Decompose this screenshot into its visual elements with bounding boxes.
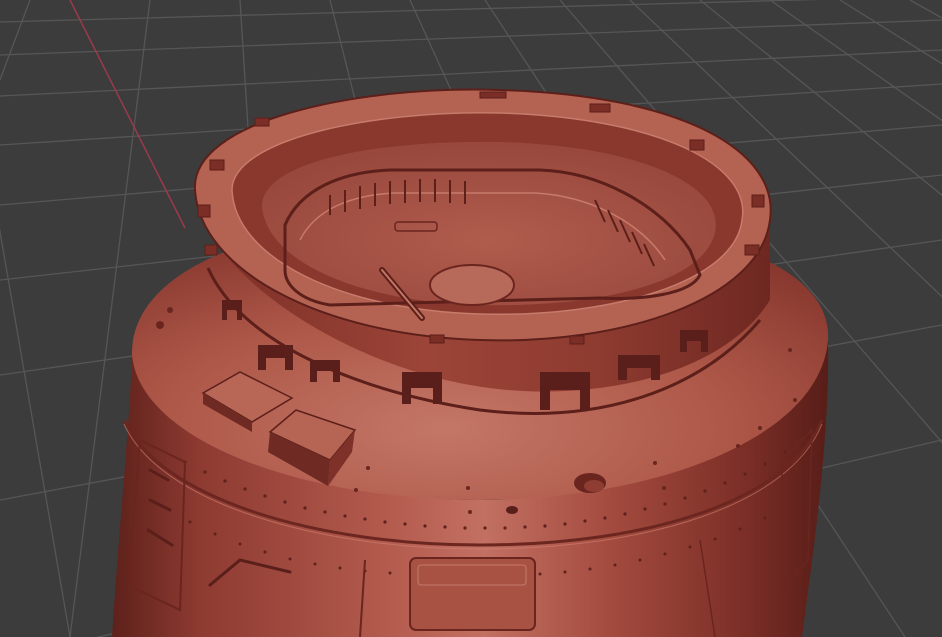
viewport-canvas[interactable] (0, 0, 942, 637)
cylindrical-module-model[interactable] (112, 88, 829, 637)
inner-hatch-circle (429, 264, 515, 306)
side-hatch (409, 557, 536, 631)
3d-viewport[interactable] (0, 0, 942, 637)
